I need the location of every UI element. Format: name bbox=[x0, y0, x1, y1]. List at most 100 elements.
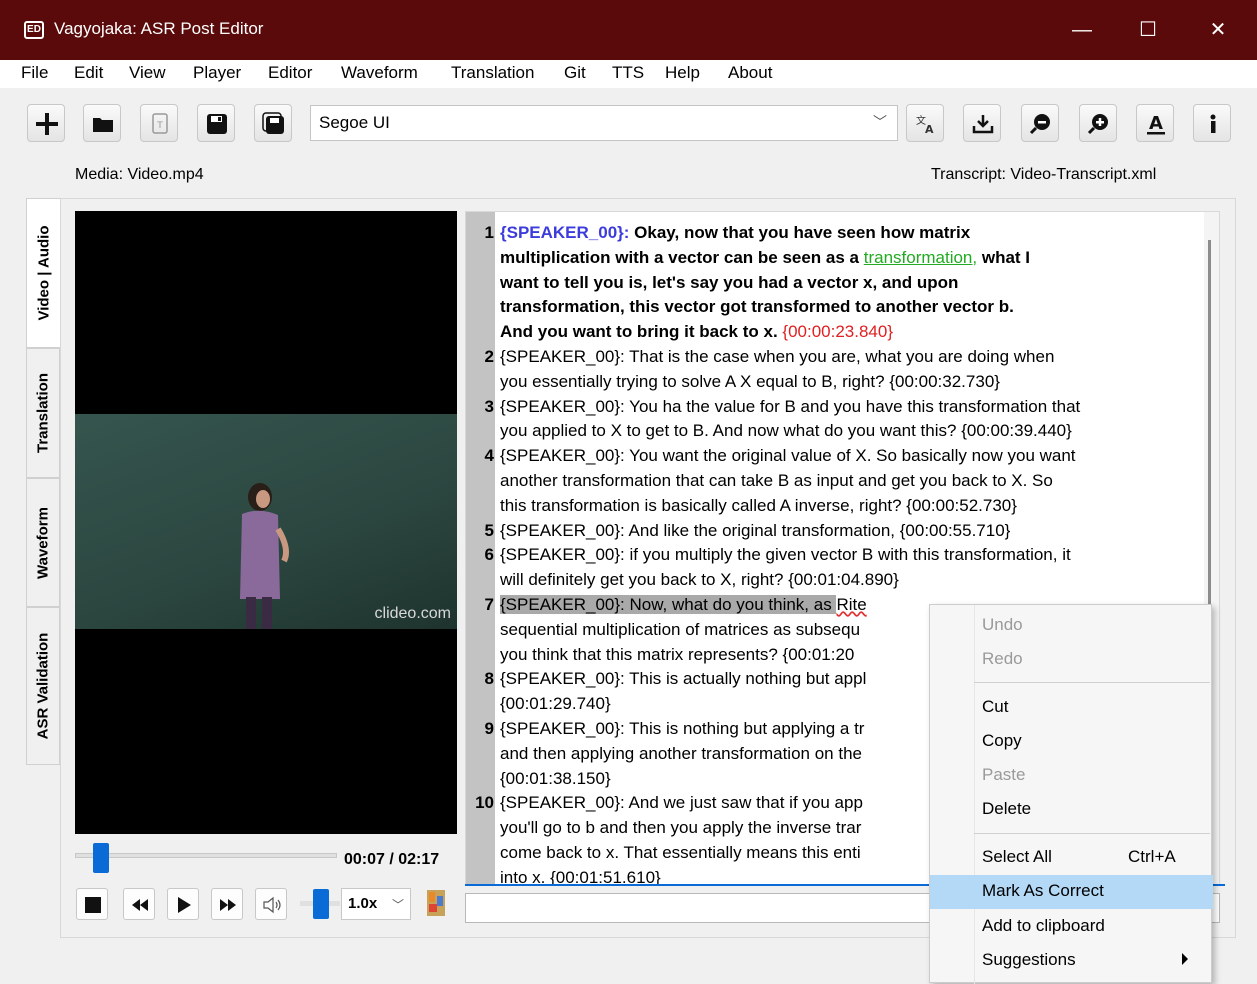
selected-text: {SPEAKER_00}: Now, what do you think, as bbox=[500, 595, 837, 614]
line-text: what I bbox=[977, 247, 1031, 267]
lecturer-figure bbox=[240, 483, 289, 629]
line-text: Okay, now that you have seen how matrix bbox=[629, 223, 971, 242]
save-icon bbox=[207, 114, 227, 134]
menu-item-paste[interactable]: Paste bbox=[930, 759, 1213, 793]
stop-icon bbox=[85, 897, 101, 913]
fast-forward-icon bbox=[220, 899, 236, 911]
segment-number: 8 bbox=[484, 669, 494, 689]
speed-select[interactable]: 1.0x ﹀ bbox=[341, 888, 411, 920]
tab-translation[interactable]: Translation bbox=[26, 348, 60, 478]
menu-tts[interactable]: TTS bbox=[612, 63, 644, 83]
time-display: 00:07 / 02:17 bbox=[344, 851, 440, 868]
menu-edit[interactable]: Edit bbox=[74, 63, 103, 83]
line-text: {SPEAKER_00}: if you multiply the given … bbox=[500, 545, 1071, 565]
zoom-out-button[interactable] bbox=[1021, 104, 1059, 142]
line-text: into x. {00:01:51.610} bbox=[500, 867, 661, 885]
rewind-icon bbox=[132, 899, 148, 911]
menu-item-cut[interactable]: Cut bbox=[930, 691, 1213, 725]
open-button[interactable] bbox=[83, 104, 121, 142]
marker-button[interactable] bbox=[423, 888, 453, 918]
new-button[interactable] bbox=[27, 104, 65, 142]
font-color-button[interactable]: A bbox=[1136, 104, 1174, 142]
minimize-button[interactable]: — bbox=[1047, 0, 1117, 60]
speaker-icon bbox=[263, 896, 281, 914]
segment-number: 2 bbox=[484, 347, 494, 366]
zoom-in-button[interactable] bbox=[1079, 104, 1117, 142]
transcript-label: Transcript: Video-Transcript.xml bbox=[931, 166, 1157, 183]
close-button[interactable]: ✕ bbox=[1183, 0, 1253, 60]
watermark: clideo.com bbox=[374, 605, 451, 622]
volume-thumb[interactable] bbox=[313, 889, 329, 919]
save-as-icon bbox=[262, 112, 284, 134]
zoom-out-icon bbox=[1029, 114, 1050, 135]
submenu-arrow-icon bbox=[1182, 953, 1188, 965]
line-text: {SPEAKER_00}: That is the case when you … bbox=[500, 347, 1055, 366]
save-button[interactable] bbox=[197, 104, 235, 142]
menu-item-select-all[interactable]: Select All Ctrl+A bbox=[930, 841, 1213, 875]
seek-track[interactable] bbox=[75, 853, 337, 858]
menu-item-mark-as-correct[interactable]: Mark As Correct bbox=[930, 875, 1213, 909]
play-icon bbox=[178, 897, 191, 913]
menu-help[interactable]: Help bbox=[665, 63, 700, 83]
menu-item-delete[interactable]: Delete bbox=[930, 793, 1213, 827]
menu-view[interactable]: View bbox=[129, 63, 166, 83]
marker-icon bbox=[427, 890, 445, 916]
editor-scrollbar-thumb[interactable] bbox=[1208, 240, 1211, 640]
zoom-in-icon bbox=[1087, 114, 1108, 135]
menu-separator bbox=[974, 682, 1210, 683]
chevron-down-icon: ﹀ bbox=[873, 114, 887, 130]
menu-player[interactable]: Player bbox=[193, 63, 241, 83]
menu-editor[interactable]: Editor bbox=[268, 63, 312, 83]
menu-item-undo[interactable]: Undo bbox=[930, 609, 1213, 643]
chevron-down-icon: ﹀ bbox=[391, 898, 404, 912]
line-text: multiplication with a vector can be seen… bbox=[500, 247, 864, 267]
segment-number: 4 bbox=[484, 446, 494, 466]
fast-forward-button[interactable] bbox=[211, 888, 243, 920]
line-text: {SPEAKER_00}: This is actually nothing b… bbox=[500, 669, 867, 689]
line-text: you essentially trying to solve A X equa… bbox=[500, 371, 1000, 391]
font-select[interactable]: Segoe UI ﹀ bbox=[310, 105, 898, 141]
menu-translation[interactable]: Translation bbox=[451, 63, 534, 83]
seek-thumb[interactable] bbox=[93, 843, 110, 873]
play-button[interactable] bbox=[167, 888, 199, 920]
download-button[interactable] bbox=[963, 104, 1001, 142]
menu-file[interactable]: File bbox=[21, 63, 48, 83]
line-text: you think that this matrix represents? {… bbox=[500, 644, 855, 664]
maximize-button[interactable]: ☐ bbox=[1113, 0, 1183, 60]
save-as-button[interactable] bbox=[254, 104, 292, 142]
translate-button[interactable]: 文A bbox=[906, 104, 944, 142]
video-frame: clideo.com bbox=[75, 414, 457, 629]
svg-text:A: A bbox=[1149, 113, 1163, 134]
info-button[interactable] bbox=[1193, 104, 1231, 142]
tab-video-audio[interactable]: Video | Audio bbox=[26, 198, 60, 348]
menu-about[interactable]: About bbox=[728, 63, 772, 83]
menu-item-suggestions[interactable]: Suggestions bbox=[930, 944, 1213, 978]
tab-asr-validation[interactable]: ASR Validation bbox=[26, 607, 60, 765]
menu-separator bbox=[974, 833, 1210, 834]
line-text: and then applying another transformation… bbox=[500, 743, 862, 763]
stop-button[interactable] bbox=[76, 888, 108, 920]
open-transcript-button[interactable]: T bbox=[140, 104, 178, 142]
tab-waveform[interactable]: Waveform bbox=[26, 478, 60, 607]
menu-item-copy[interactable]: Copy bbox=[930, 725, 1213, 759]
misspelled-word: Rite bbox=[836, 595, 867, 614]
menu-waveform[interactable]: Waveform bbox=[341, 63, 418, 83]
rewind-button[interactable] bbox=[123, 888, 155, 920]
video-player[interactable]: clideo.com bbox=[75, 211, 457, 834]
menu-item-redo[interactable]: Redo bbox=[930, 643, 1213, 677]
segment-number: 1 bbox=[484, 223, 494, 242]
folder-icon bbox=[93, 118, 113, 132]
document-icon: T bbox=[152, 113, 168, 134]
app-icon: ED bbox=[24, 21, 44, 39]
line-text: {00:01:38.150} bbox=[500, 768, 611, 788]
context-menu: Undo Redo Cut Copy Paste Delete Select A… bbox=[929, 604, 1213, 984]
line-text: this transformation is basically called … bbox=[500, 495, 1017, 515]
svg-text:A: A bbox=[925, 123, 934, 136]
line-text: {SPEAKER_00}: You ha the value for B and… bbox=[500, 396, 1081, 416]
segment-number: 10 bbox=[475, 793, 494, 813]
menu-git[interactable]: Git bbox=[564, 63, 586, 83]
speaker-tag: {SPEAKER_00}: bbox=[500, 223, 630, 242]
menu-item-add-to-clipboard[interactable]: Add to clipboard bbox=[930, 910, 1213, 944]
mute-button[interactable] bbox=[255, 888, 287, 920]
translate-icon: 文A bbox=[916, 114, 934, 136]
